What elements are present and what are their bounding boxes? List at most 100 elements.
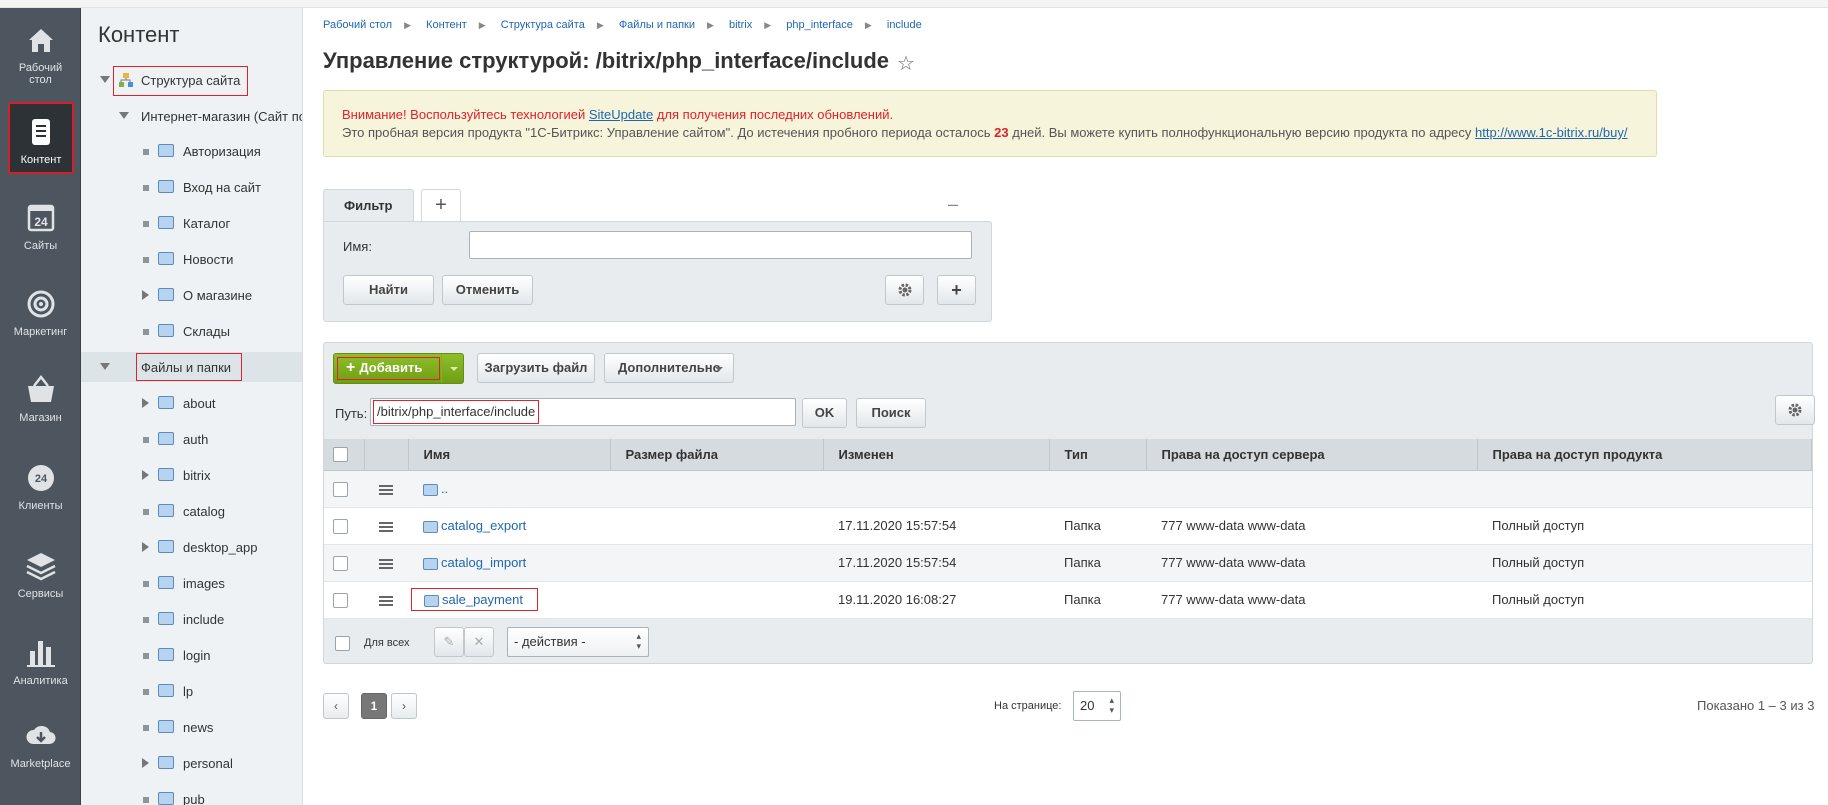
tree-folder-personal[interactable]: personal	[81, 748, 302, 778]
tree-item-label: about	[183, 396, 216, 411]
row-checkbox[interactable]	[333, 592, 348, 608]
row-menu-icon[interactable]	[379, 484, 393, 495]
menu-content[interactable]: Контент	[8, 102, 74, 174]
column-type[interactable]: Тип	[1049, 439, 1147, 471]
tree-item-stores[interactable]: Склады	[81, 316, 302, 346]
expand-arrow-icon[interactable]	[142, 542, 149, 552]
search-button[interactable]: Поиск	[856, 398, 926, 428]
column-server-rights[interactable]: Права на доступ сервера	[1146, 439, 1478, 471]
row-menu-icon[interactable]	[379, 521, 393, 532]
per-page-select[interactable]: 20 ▴ ▾	[1073, 691, 1121, 721]
filter-settings-button[interactable]	[885, 275, 924, 305]
row-checkbox[interactable]	[333, 555, 348, 571]
expand-arrow-icon[interactable]	[142, 758, 149, 768]
tree-item-site-structure[interactable]: Структура сайта	[81, 65, 302, 96]
star-icon[interactable]: ☆	[897, 51, 915, 76]
table-row-up[interactable]: ..	[324, 470, 1812, 508]
more-dropdown-button[interactable]: Дополнительно	[604, 353, 734, 383]
menu-clients[interactable]: 24 Клиенты	[0, 460, 81, 512]
cancel-button[interactable]: Отменить	[442, 275, 533, 305]
tree-folder-desktop-app[interactable]: desktop_app	[81, 532, 302, 562]
tree-item-auth-section[interactable]: Авторизация	[81, 136, 302, 166]
path-input[interactable]: /bitrix/php_interface/include	[370, 398, 796, 426]
row-menu-icon[interactable]	[379, 595, 393, 606]
tree-folder-lp[interactable]: lp	[81, 676, 302, 706]
tree-folder-include[interactable]: include	[81, 604, 302, 634]
menu-analytics[interactable]: Аналитика	[0, 635, 81, 687]
tree-item-catalog-section[interactable]: Каталог	[81, 208, 302, 238]
select-all-header[interactable]	[324, 439, 365, 471]
bullet-icon	[143, 653, 149, 659]
folder-name-link[interactable]: catalog_import	[441, 555, 526, 570]
column-size[interactable]: Размер файла	[610, 439, 824, 471]
row-checkbox[interactable]	[333, 481, 348, 497]
name-filter-input[interactable]	[469, 231, 972, 259]
edit-selected-button[interactable]: ✎	[434, 627, 464, 657]
column-product-rights[interactable]: Права на доступ продукта	[1477, 439, 1812, 471]
select-all-checkbox[interactable]	[333, 447, 348, 463]
row-menu-icon[interactable]	[379, 558, 393, 569]
tree-item-files-folders[interactable]: Файлы и папки	[81, 352, 302, 382]
up-level-link[interactable]: ..	[441, 481, 448, 496]
tree-item-login-section[interactable]: Вход на сайт	[81, 172, 302, 202]
menu-desktop[interactable]: Рабочий стол	[0, 22, 81, 86]
ok-button[interactable]: OK	[802, 398, 847, 428]
folder-name-link[interactable]: sale_payment	[442, 592, 523, 607]
expand-arrow-icon[interactable]	[142, 470, 149, 480]
actions-select[interactable]: - действия - ▴ ▾	[507, 627, 649, 657]
expand-arrow-icon[interactable]	[100, 76, 110, 83]
add-filter-tab-button[interactable]: +	[421, 189, 461, 222]
folder-name-link[interactable]: catalog_export	[441, 518, 526, 533]
for-all-checkbox[interactable]	[335, 636, 350, 651]
column-modified[interactable]: Изменен	[823, 439, 1050, 471]
breadcrumb-include[interactable]: include	[887, 19, 922, 31]
breadcrumb-content[interactable]: Контент	[426, 19, 467, 31]
breadcrumb-php-interface[interactable]: php_interface	[786, 19, 853, 31]
tree-folder-login[interactable]: login	[81, 640, 302, 670]
siteupdate-link[interactable]: SiteUpdate	[589, 107, 653, 122]
next-page-button[interactable]: ›	[391, 693, 417, 719]
tree-folder-auth[interactable]: auth	[81, 424, 302, 454]
tree-folder-images[interactable]: images	[81, 568, 302, 598]
table-row[interactable]: sale_payment 19.11.2020 16:08:27 Папка 7…	[324, 581, 1812, 619]
add-button[interactable]: + Добавить	[333, 353, 464, 384]
upload-file-button[interactable]: Загрузить файл	[477, 353, 595, 383]
menu-services[interactable]: Сервисы	[0, 548, 81, 600]
breadcrumb-desktop[interactable]: Рабочий стол	[323, 19, 392, 31]
tree-item-shop-site[interactable]: Интернет-магазин (Сайт по умолчанию)	[81, 101, 302, 131]
table-row[interactable]: catalog_export 17.11.2020 15:57:54 Папка…	[324, 507, 1812, 545]
prev-page-button[interactable]: ‹	[323, 693, 349, 719]
tree-item-about-shop[interactable]: О магазине	[81, 280, 302, 310]
tree-folder-catalog[interactable]: catalog	[81, 496, 302, 526]
row-checkbox[interactable]	[333, 518, 348, 534]
delete-selected-button[interactable]: ✕	[464, 627, 494, 657]
add-dropdown-arrow-icon[interactable]	[441, 354, 463, 383]
buy-link[interactable]: http://www.1c-bitrix.ru/buy/	[1475, 125, 1627, 140]
breadcrumb-bitrix[interactable]: bitrix	[729, 19, 752, 31]
table-row[interactable]: catalog_import 17.11.2020 15:57:54 Папка…	[324, 544, 1812, 582]
minimize-filter-icon[interactable]: –	[948, 194, 958, 215]
breadcrumb-site-structure[interactable]: Структура сайта	[501, 19, 585, 31]
expand-arrow-icon[interactable]	[100, 363, 110, 370]
menu-shop[interactable]: Магазин	[0, 372, 81, 424]
expand-arrow-icon[interactable]	[119, 112, 129, 119]
tree-item-label: О магазине	[183, 288, 253, 303]
tree-folder-pub[interactable]: pub	[81, 784, 302, 805]
expand-arrow-icon[interactable]	[142, 290, 149, 300]
menu-marketing[interactable]: Маркетинг	[0, 286, 81, 338]
tab-filter[interactable]: Фильтр	[323, 189, 414, 222]
menu-sites[interactable]: 24 Сайты	[0, 200, 81, 252]
tree-item-news-section[interactable]: Новости	[81, 244, 302, 274]
add-filter-field-button[interactable]: +	[937, 275, 976, 305]
per-page-value: 20	[1080, 698, 1095, 713]
grid-settings-button[interactable]	[1775, 395, 1815, 425]
menu-marketplace[interactable]: Marketplace	[0, 718, 81, 770]
tree-folder-bitrix[interactable]: bitrix	[81, 460, 302, 490]
tree-folder-news[interactable]: news	[81, 712, 302, 742]
page-1-button[interactable]: 1	[361, 693, 387, 719]
find-button[interactable]: Найти	[343, 275, 434, 305]
tree-folder-about[interactable]: about	[81, 388, 302, 418]
breadcrumb-files-folders[interactable]: Файлы и папки	[619, 19, 695, 31]
column-name[interactable]: Имя	[408, 439, 611, 471]
expand-arrow-icon[interactable]	[142, 398, 149, 408]
